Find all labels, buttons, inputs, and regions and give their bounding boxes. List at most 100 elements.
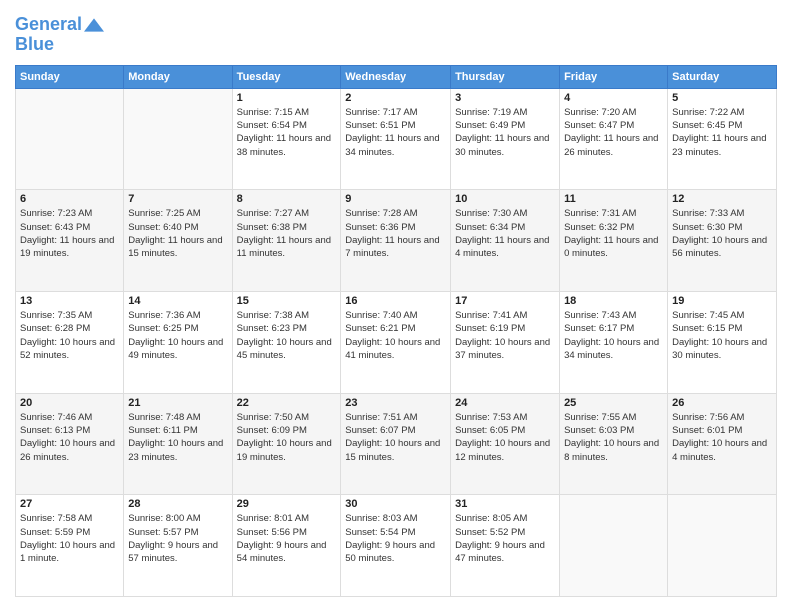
calendar-cell: 21 Sunrise: 7:48 AM Sunset: 6:11 PM Dayli… — [124, 393, 232, 495]
logo-icon — [84, 15, 104, 35]
calendar-cell: 8 Sunrise: 7:27 AM Sunset: 6:38 PM Daylig… — [232, 190, 341, 292]
logo: General Blue — [15, 15, 104, 55]
day-number: 17 — [455, 295, 555, 307]
day-number: 24 — [455, 397, 555, 409]
calendar-cell: 17 Sunrise: 7:41 AM Sunset: 6:19 PM Dayli… — [451, 292, 560, 394]
calendar-cell: 24 Sunrise: 7:53 AM Sunset: 6:05 PM Dayli… — [451, 393, 560, 495]
calendar-cell: 15Sunrise: 7:38 AM Sunset: 6:23 PM Dayli… — [232, 292, 341, 394]
day-info: Sunrise: 7:53 AM Sunset: 6:05 PM Dayligh… — [455, 411, 555, 464]
day-info: Sunrise: 7:35 AM Sunset: 6:28 PM Dayligh… — [20, 309, 119, 362]
day-info: Sunrise: 7:41 AM Sunset: 6:19 PM Dayligh… — [455, 309, 555, 362]
weekday-header: Monday — [124, 65, 232, 88]
day-number: 13 — [20, 295, 119, 307]
day-number: 1 — [237, 92, 337, 104]
day-number: 25 — [564, 397, 663, 409]
calendar-cell: 4 Sunrise: 7:20 AM Sunset: 6:47 PM Daylig… — [560, 88, 668, 190]
day-info: Sunrise: 7:36 AM Sunset: 6:25 PM Dayligh… — [128, 309, 227, 362]
day-info: Sunrise: 7:19 AM Sunset: 6:49 PM Dayligh… — [455, 106, 555, 159]
day-number: 6 — [20, 193, 119, 205]
calendar-cell: 25 Sunrise: 7:55 AM Sunset: 6:03 PM Dayli… — [560, 393, 668, 495]
calendar-cell: 10 Sunrise: 7:30 AM Sunset: 6:34 PM Dayli… — [451, 190, 560, 292]
day-number: 3 — [455, 92, 555, 104]
day-number: 8 — [237, 193, 337, 205]
calendar-cell: 31Sunrise: 8:05 AM Sunset: 5:52 PM Dayli… — [451, 495, 560, 597]
day-info: Sunrise: 8:01 AM Sunset: 5:56 PM Dayligh… — [237, 512, 337, 565]
calendar-cell: 7 Sunrise: 7:25 AM Sunset: 6:40 PM Daylig… — [124, 190, 232, 292]
day-info: Sunrise: 7:40 AM Sunset: 6:21 PM Dayligh… — [345, 309, 446, 362]
day-info: Sunrise: 7:17 AM Sunset: 6:51 PM Dayligh… — [345, 106, 446, 159]
calendar-week-row: 13 Sunrise: 7:35 AM Sunset: 6:28 PM Dayli… — [16, 292, 777, 394]
calendar-week-row: 1 Sunrise: 7:15 AM Sunset: 6:54 PM Daylig… — [16, 88, 777, 190]
weekday-header: Saturday — [668, 65, 777, 88]
calendar-cell: 5 Sunrise: 7:22 AM Sunset: 6:45 PM Daylig… — [668, 88, 777, 190]
calendar-cell: 11 Sunrise: 7:31 AM Sunset: 6:32 PM Dayli… — [560, 190, 668, 292]
calendar-table: SundayMondayTuesdayWednesdayThursdayFrid… — [15, 65, 777, 597]
day-info: Sunrise: 8:03 AM Sunset: 5:54 PM Dayligh… — [345, 512, 446, 565]
calendar-cell: 29 Sunrise: 8:01 AM Sunset: 5:56 PM Dayli… — [232, 495, 341, 597]
day-number: 20 — [20, 397, 119, 409]
day-number: 26 — [672, 397, 772, 409]
day-info: Sunrise: 7:55 AM Sunset: 6:03 PM Dayligh… — [564, 411, 663, 464]
day-info: Sunrise: 7:20 AM Sunset: 6:47 PM Dayligh… — [564, 106, 663, 159]
day-info: Sunrise: 7:56 AM Sunset: 6:01 PM Dayligh… — [672, 411, 772, 464]
day-info: Sunrise: 7:31 AM Sunset: 6:32 PM Dayligh… — [564, 207, 663, 260]
day-info: Sunrise: 8:05 AM Sunset: 5:52 PM Dayligh… — [455, 512, 555, 565]
calendar-cell: 30Sunrise: 8:03 AM Sunset: 5:54 PM Dayli… — [341, 495, 451, 597]
day-info: Sunrise: 7:48 AM Sunset: 6:11 PM Dayligh… — [128, 411, 227, 464]
day-info: Sunrise: 7:50 AM Sunset: 6:09 PM Dayligh… — [237, 411, 337, 464]
day-info: Sunrise: 7:30 AM Sunset: 6:34 PM Dayligh… — [455, 207, 555, 260]
day-number: 10 — [455, 193, 555, 205]
day-number: 4 — [564, 92, 663, 104]
calendar-cell: 2 Sunrise: 7:17 AM Sunset: 6:51 PM Daylig… — [341, 88, 451, 190]
calendar-header-row: SundayMondayTuesdayWednesdayThursdayFrid… — [16, 65, 777, 88]
logo-line2: Blue — [15, 35, 104, 55]
calendar-cell: 19Sunrise: 7:45 AM Sunset: 6:15 PM Dayli… — [668, 292, 777, 394]
day-info: Sunrise: 7:15 AM Sunset: 6:54 PM Dayligh… — [237, 106, 337, 159]
weekday-header: Wednesday — [341, 65, 451, 88]
day-number: 7 — [128, 193, 227, 205]
logo-text: General — [15, 15, 82, 35]
calendar-cell: 3 Sunrise: 7:19 AM Sunset: 6:49 PM Daylig… — [451, 88, 560, 190]
day-number: 29 — [237, 498, 337, 510]
calendar-cell: 9 Sunrise: 7:28 AM Sunset: 6:36 PM Daylig… — [341, 190, 451, 292]
day-info: Sunrise: 7:22 AM Sunset: 6:45 PM Dayligh… — [672, 106, 772, 159]
weekday-header: Thursday — [451, 65, 560, 88]
day-number: 11 — [564, 193, 663, 205]
weekday-header: Tuesday — [232, 65, 341, 88]
day-number: 22 — [237, 397, 337, 409]
day-number: 9 — [345, 193, 446, 205]
calendar-cell: 13 Sunrise: 7:35 AM Sunset: 6:28 PM Dayli… — [16, 292, 124, 394]
calendar-week-row: 20Sunrise: 7:46 AM Sunset: 6:13 PM Dayli… — [16, 393, 777, 495]
day-number: 21 — [128, 397, 227, 409]
day-number: 28 — [128, 498, 227, 510]
calendar-cell: 12 Sunrise: 7:33 AM Sunset: 6:30 PM Dayli… — [668, 190, 777, 292]
day-number: 12 — [672, 193, 772, 205]
day-number: 23 — [345, 397, 446, 409]
calendar-cell — [560, 495, 668, 597]
day-number: 5 — [672, 92, 772, 104]
day-number: 18 — [564, 295, 663, 307]
day-info: Sunrise: 7:45 AM Sunset: 6:15 PM Dayligh… — [672, 309, 772, 362]
day-info: Sunrise: 8:00 AM Sunset: 5:57 PM Dayligh… — [128, 512, 227, 565]
day-info: Sunrise: 7:27 AM Sunset: 6:38 PM Dayligh… — [237, 207, 337, 260]
calendar-cell: 26 Sunrise: 7:56 AM Sunset: 6:01 PM Dayli… — [668, 393, 777, 495]
calendar-cell: 6Sunrise: 7:23 AM Sunset: 6:43 PM Daylig… — [16, 190, 124, 292]
day-info: Sunrise: 7:43 AM Sunset: 6:17 PM Dayligh… — [564, 309, 663, 362]
calendar-week-row: 27Sunrise: 7:58 AM Sunset: 5:59 PM Dayli… — [16, 495, 777, 597]
calendar-cell — [668, 495, 777, 597]
calendar-cell: 20Sunrise: 7:46 AM Sunset: 6:13 PM Dayli… — [16, 393, 124, 495]
calendar-cell: 16Sunrise: 7:40 AM Sunset: 6:21 PM Dayli… — [341, 292, 451, 394]
page: General Blue SundayMondayTuesdayWednesda… — [0, 0, 792, 612]
day-number: 2 — [345, 92, 446, 104]
calendar-week-row: 6Sunrise: 7:23 AM Sunset: 6:43 PM Daylig… — [16, 190, 777, 292]
calendar-cell — [16, 88, 124, 190]
day-info: Sunrise: 7:33 AM Sunset: 6:30 PM Dayligh… — [672, 207, 772, 260]
day-info: Sunrise: 7:25 AM Sunset: 6:40 PM Dayligh… — [128, 207, 227, 260]
day-info: Sunrise: 7:28 AM Sunset: 6:36 PM Dayligh… — [345, 207, 446, 260]
calendar-cell: 1 Sunrise: 7:15 AM Sunset: 6:54 PM Daylig… — [232, 88, 341, 190]
day-info: Sunrise: 7:38 AM Sunset: 6:23 PM Dayligh… — [237, 309, 337, 362]
day-info: Sunrise: 7:51 AM Sunset: 6:07 PM Dayligh… — [345, 411, 446, 464]
calendar-cell: 28 Sunrise: 8:00 AM Sunset: 5:57 PM Dayli… — [124, 495, 232, 597]
weekday-header: Sunday — [16, 65, 124, 88]
calendar-cell: 23 Sunrise: 7:51 AM Sunset: 6:07 PM Dayli… — [341, 393, 451, 495]
